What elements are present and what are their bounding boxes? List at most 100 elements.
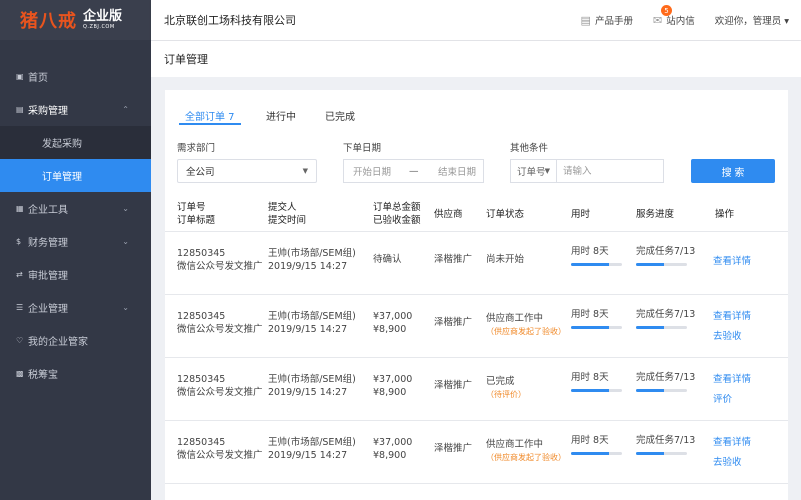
total-amount: ¥37,000 bbox=[373, 311, 413, 322]
status-note: （供应商发起了验收） bbox=[486, 327, 566, 336]
tab-all-orders[interactable]: 全部订单 7 bbox=[185, 108, 235, 123]
bell-icon: ♡ bbox=[16, 336, 24, 345]
time-used-fill bbox=[571, 263, 610, 266]
submit-time: 2019/9/15 14:27 bbox=[268, 450, 348, 461]
chevron-down-icon: ⌄ bbox=[122, 204, 129, 213]
sidebar-item-home[interactable]: ▣ 首页 bbox=[0, 60, 151, 93]
search-input[interactable] bbox=[557, 161, 653, 181]
messages-label: 站内信 bbox=[666, 16, 695, 27]
table-row: 12850345 微信公众号发文推广 王帅(市场部/SEM组) 2019/9/1… bbox=[165, 358, 788, 421]
total-amount: 待确认 bbox=[373, 254, 402, 265]
task-progress-bar bbox=[636, 263, 687, 266]
task-progress-bar bbox=[636, 326, 687, 329]
task-progress-bar bbox=[636, 389, 687, 392]
view-details-link[interactable]: 查看详情 bbox=[713, 373, 751, 386]
sidebar-item-tools[interactable]: ▦ 企业工具 ⌄ bbox=[0, 192, 151, 225]
chevron-down-icon: ⌄ bbox=[122, 237, 129, 246]
th-order: 订单号 订单标题 bbox=[177, 201, 215, 227]
sidebar-item-purchase[interactable]: ▤ 采购管理 ⌃ bbox=[0, 93, 151, 126]
field-select[interactable]: 订单号 ▼ bbox=[511, 160, 557, 182]
accept-link[interactable]: 去验收 bbox=[713, 330, 742, 343]
logo-mark: 猪八戒 bbox=[20, 11, 77, 32]
manual-link[interactable]: ▤ 产品手册 bbox=[580, 13, 633, 28]
sidebar-item-enterprise[interactable]: ☰ 企业管理 ⌄ bbox=[0, 291, 151, 324]
message-count-badge: 5 bbox=[660, 5, 672, 16]
logo[interactable]: 猪八戒 企业版 Q.ZBJ.COM bbox=[0, 0, 151, 40]
view-details-link[interactable]: 查看详情 bbox=[713, 436, 751, 449]
end-date-input[interactable]: 结束日期 bbox=[438, 164, 476, 178]
user-menu[interactable]: 欢迎你，管理员 ▾ bbox=[715, 13, 789, 27]
sidebar-item-tax[interactable]: ▩ 税筹宝 bbox=[0, 357, 151, 390]
time-used: 用时 8天 bbox=[571, 246, 609, 257]
tab-in-progress[interactable]: 进行中 bbox=[266, 108, 296, 123]
accepted-amount: ¥8,900 bbox=[373, 324, 407, 335]
chevron-down-icon: ⌄ bbox=[122, 303, 129, 312]
submit-time: 2019/9/15 14:27 bbox=[268, 324, 348, 335]
sidebar-item-label: 采购管理 bbox=[28, 106, 68, 117]
task-progress-bar bbox=[636, 452, 687, 455]
start-date-input[interactable]: 开始日期 bbox=[353, 164, 391, 178]
review-link[interactable]: 评价 bbox=[713, 393, 732, 406]
th-amount: 订单总金额 已验收金额 bbox=[373, 201, 421, 227]
order-cell: 12850345 微信公众号发文推广 bbox=[177, 247, 263, 273]
sidebar: 猪八戒 企业版 Q.ZBJ.COM ▣ 首页 ▤ 采购管理 ⌃ 发起采购 订单管… bbox=[0, 0, 151, 500]
sidebar-item-label: 发起采购 bbox=[42, 139, 82, 150]
sidebar-item-label: 企业工具 bbox=[28, 205, 68, 216]
shuffle-icon: ⇄ bbox=[16, 270, 23, 279]
status: 已完成 bbox=[486, 376, 515, 387]
accept-link[interactable]: 去验收 bbox=[713, 456, 742, 469]
status-cell: 已完成 （待评价） bbox=[486, 375, 526, 401]
sidebar-subitem-create-purchase[interactable]: 发起采购 bbox=[0, 126, 151, 159]
tab-completed[interactable]: 已完成 bbox=[325, 108, 355, 123]
orders-card: 全部订单 7 进行中 已完成 需求部门 全公司 ▼ 下单日期 开始日期 — 结束… bbox=[165, 90, 788, 500]
sidebar-item-label: 财务管理 bbox=[28, 238, 68, 249]
book-icon: ▤ bbox=[580, 13, 591, 27]
submitter: 王帅(市场部/SEM组) bbox=[268, 248, 356, 259]
view-details-link[interactable]: 查看详情 bbox=[713, 255, 751, 268]
time-used: 用时 8天 bbox=[571, 309, 609, 320]
task-progress: 完成任务7/13 bbox=[636, 372, 696, 383]
status-note: （供应商发起了验收） bbox=[486, 453, 566, 462]
dollar-icon: $ bbox=[16, 237, 22, 246]
time-used-bar bbox=[571, 389, 622, 392]
date-separator: — bbox=[409, 165, 419, 177]
cart-icon: ▤ bbox=[16, 105, 24, 114]
task-progress-fill bbox=[636, 389, 664, 392]
table-header: 订单号 订单标题 提交人 提交时间 订单总金额 已验收金额 供应商 订单状态 用… bbox=[165, 198, 788, 232]
sidebar-item-label: 我的企业管家 bbox=[28, 337, 88, 348]
table-row: 12850345 微信公众号发文推广 王帅(市场部/SEM组) 2019/9/1… bbox=[165, 295, 788, 358]
logo-title: 企业版 bbox=[83, 8, 123, 24]
company-name: 北京联创工场科技有限公司 bbox=[164, 14, 296, 27]
submitter-cell: 王帅(市场部/SEM组) 2019/9/15 14:27 bbox=[268, 310, 356, 336]
messages-link[interactable]: ✉ 5 站内信 bbox=[653, 5, 695, 27]
date-label: 下单日期 bbox=[343, 143, 382, 154]
dept-select[interactable]: 全公司 ▼ bbox=[177, 159, 317, 183]
sidebar-item-label: 订单管理 bbox=[42, 172, 82, 183]
topbar-right: ▤ 产品手册 ✉ 5 站内信 欢迎你，管理员 ▾ bbox=[581, 0, 801, 40]
order-cell: 12850345 微信公众号发文推广 bbox=[177, 373, 263, 399]
total-amount: ¥37,000 bbox=[373, 437, 413, 448]
search-button[interactable]: 搜 索 bbox=[691, 159, 775, 183]
sidebar-item-approval[interactable]: ⇄ 审批管理 bbox=[0, 258, 151, 291]
order-tabs: 全部订单 7 进行中 已完成 bbox=[165, 90, 788, 126]
th-progress: 服务进度 bbox=[636, 209, 675, 220]
task-progress-fill bbox=[636, 452, 664, 455]
status: 供应商工作中 bbox=[486, 313, 544, 324]
amount-cell: ¥37,000 ¥8,900 bbox=[373, 373, 412, 399]
dept-label: 需求部门 bbox=[177, 143, 216, 154]
status-note: （待评价） bbox=[486, 390, 526, 399]
table-row: 12850345 微信公众号发文推广 王帅(市场部/SEM组) 2019/9/1… bbox=[165, 232, 788, 295]
total-amount: ¥37,000 bbox=[373, 374, 413, 385]
sidebar-item-label: 首页 bbox=[28, 73, 48, 84]
supplier: 泽楷推广 bbox=[434, 443, 473, 454]
time-used-fill bbox=[571, 326, 610, 329]
status-cell: 供应商工作中 （供应商发起了验收） bbox=[486, 312, 566, 338]
sidebar-item-steward[interactable]: ♡ 我的企业管家 bbox=[0, 324, 151, 357]
date-range-picker[interactable]: 开始日期 — 结束日期 bbox=[343, 159, 484, 183]
order-no: 12850345 bbox=[177, 437, 226, 448]
view-details-link[interactable]: 查看详情 bbox=[713, 310, 751, 323]
time-used: 用时 8天 bbox=[571, 435, 609, 446]
order-cell: 12850345 微信公众号发文推广 bbox=[177, 310, 263, 336]
sidebar-subitem-order-management[interactable]: 订单管理 bbox=[0, 159, 151, 192]
sidebar-item-finance[interactable]: $ 财务管理 ⌄ bbox=[0, 225, 151, 258]
